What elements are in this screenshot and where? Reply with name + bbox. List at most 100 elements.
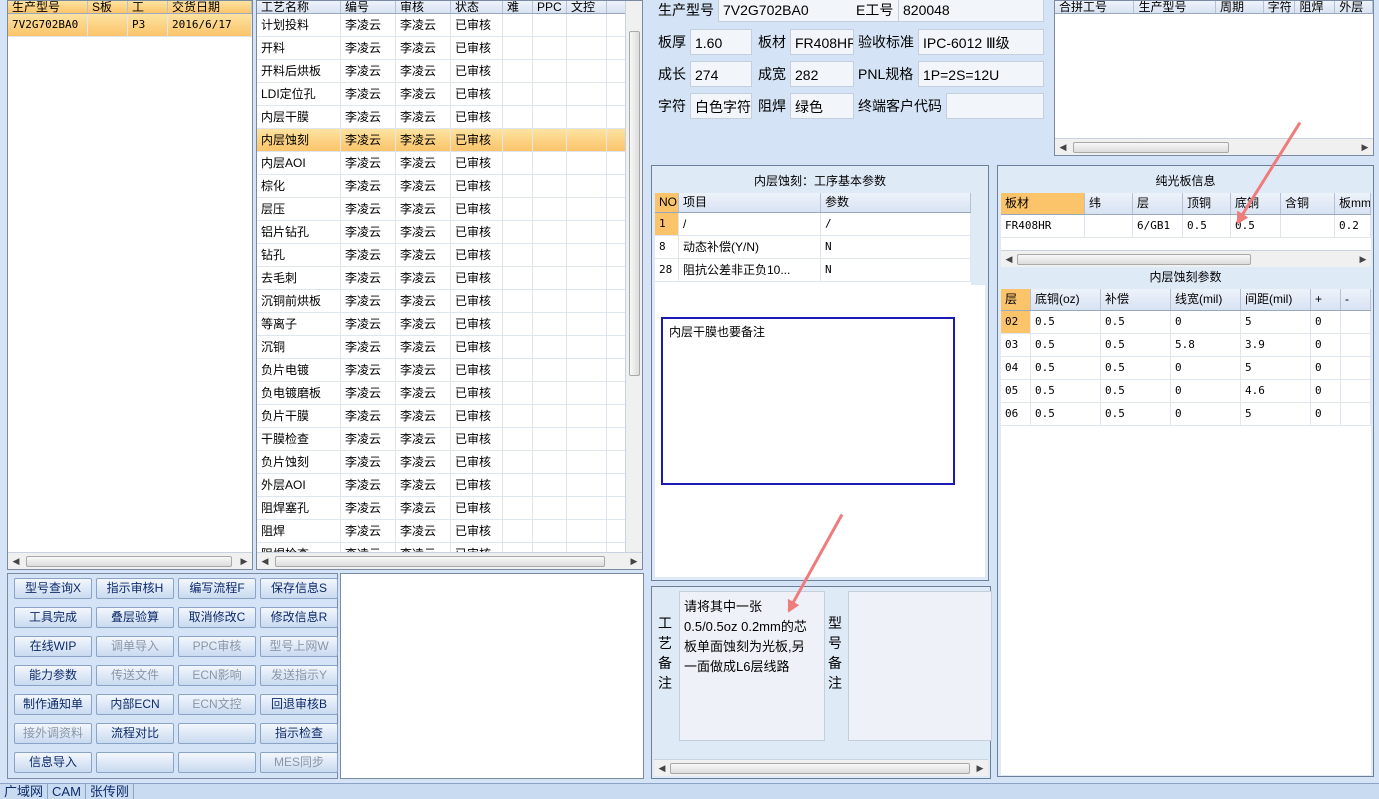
etch-row[interactable]: 03 0.5 0.5 5.8 3.9 0 <box>1001 334 1371 357</box>
column-header[interactable]: 阻焊 <box>1295 1 1336 13</box>
process-row[interactable]: 外层AOI 李凌云 李凌云 已审核 <box>257 474 642 497</box>
action-button[interactable]: 回退审核B <box>260 694 338 715</box>
scroll-right-icon[interactable]: ▶ <box>238 555 250 567</box>
scroll-left-icon[interactable]: ◀ <box>10 555 22 567</box>
process-row[interactable]: 钻孔 李凌云 李凌云 已审核 <box>257 244 642 267</box>
column-header[interactable]: 补偿 <box>1101 289 1171 310</box>
model-list-hscroll[interactable]: ◀ ▶ <box>8 552 252 569</box>
action-button[interactable]: MES同步 <box>260 752 338 773</box>
column-header[interactable]: 层 <box>1001 289 1031 310</box>
action-button[interactable]: 流程对比 <box>96 723 174 744</box>
column-header[interactable]: 板mm <box>1335 193 1371 214</box>
column-header[interactable]: 底铜(oz) <box>1031 289 1101 310</box>
column-header[interactable]: 生产型号 <box>1134 1 1216 13</box>
process-row[interactable]: 阻焊 李凌云 李凌云 已审核 <box>257 520 642 543</box>
scroll-left-icon[interactable]: ◀ <box>656 762 668 774</box>
process-row[interactable]: 铝片钻孔 李凌云 李凌云 已审核 <box>257 221 642 244</box>
width-field[interactable]: 282 <box>790 61 854 87</box>
process-row[interactable]: 负电镀磨板 李凌云 李凌云 已审核 <box>257 382 642 405</box>
action-button[interactable]: 传送文件 <box>96 665 174 686</box>
action-button[interactable]: 取消修改C <box>178 607 256 628</box>
scroll-thumb[interactable] <box>1073 142 1229 153</box>
action-button[interactable]: 编写流程F <box>178 578 256 599</box>
scroll-thumb[interactable] <box>670 763 970 774</box>
column-header[interactable]: 交货日期 <box>168 1 252 13</box>
column-header[interactable]: NO <box>655 193 679 212</box>
bare-board-row[interactable]: FR408HR 6/GB1 0.5 0.5 0.2 <box>1001 215 1371 238</box>
eno-field[interactable]: 820048 <box>898 0 1044 22</box>
process-row[interactable]: 负片干膜 李凌云 李凌云 已审核 <box>257 405 642 428</box>
process-row[interactable]: 开料 李凌云 李凌云 已审核 <box>257 37 642 60</box>
model-row[interactable]: 7V2G702BA0 P3 2016/6/17 <box>8 14 252 37</box>
process-row[interactable]: 开料后烘板 李凌云 李凌云 已审核 <box>257 60 642 83</box>
column-header[interactable]: 合拼工号 <box>1055 1 1135 13</box>
action-button[interactable]: PPC审核 <box>178 636 256 657</box>
process-row[interactable]: 负片电镀 李凌云 李凌云 已审核 <box>257 359 642 382</box>
action-button[interactable]: 叠层验算 <box>96 607 174 628</box>
action-button[interactable]: 发送指示Y <box>260 665 338 686</box>
action-button[interactable]: ECN影响 <box>178 665 256 686</box>
column-header[interactable]: 外层 <box>1335 1 1373 13</box>
param-row[interactable]: 8 动态补偿(Y/N) N <box>655 236 971 259</box>
process-row[interactable]: 干膜检查 李凌云 李凌云 已审核 <box>257 428 642 451</box>
column-header[interactable]: 间距(mil) <box>1241 289 1311 310</box>
column-header[interactable]: 文控 <box>567 1 607 13</box>
process-row[interactable]: 去毛刺 李凌云 李凌云 已审核 <box>257 267 642 290</box>
etch-row[interactable]: 05 0.5 0.5 0 4.6 0 <box>1001 380 1371 403</box>
process-row[interactable]: 内层干膜 李凌云 李凌云 已审核 <box>257 106 642 129</box>
action-button[interactable]: 内部ECN <box>96 694 174 715</box>
column-header[interactable]: 板材 <box>1001 193 1085 214</box>
column-header[interactable]: S板 <box>88 1 128 13</box>
column-header[interactable]: 审核 <box>396 1 451 13</box>
scroll-thumb[interactable] <box>1017 254 1251 265</box>
char-field[interactable]: 白色字符 <box>690 93 752 119</box>
action-button[interactable]: 型号查询X <box>14 578 92 599</box>
model-remark-text[interactable] <box>848 591 992 741</box>
process-row[interactable]: 沉铜前烘板 李凌云 李凌云 已审核 <box>257 290 642 313</box>
column-header[interactable]: - <box>1341 289 1371 310</box>
process-row[interactable]: 层压 李凌云 李凌云 已审核 <box>257 198 642 221</box>
scroll-right-icon[interactable]: ▶ <box>628 555 640 567</box>
process-row[interactable]: 内层AOI 李凌云 李凌云 已审核 <box>257 152 642 175</box>
process-row[interactable]: 沉铜 李凌云 李凌云 已审核 <box>257 336 642 359</box>
action-button[interactable]: 指示审核H <box>96 578 174 599</box>
action-button[interactable]: 接外调资料 <box>14 723 92 744</box>
process-list-hscroll[interactable]: ◀ ▶ <box>257 552 642 569</box>
column-header[interactable]: 周期 <box>1216 1 1264 13</box>
model-list[interactable]: 生产型号 S板工交货日期 7V2G702BA0 P3 2016/6/17 ◀ ▶ <box>7 0 253 570</box>
length-field[interactable]: 274 <box>690 61 752 87</box>
scroll-right-icon[interactable]: ▶ <box>974 762 986 774</box>
scroll-right-icon[interactable]: ▶ <box>1359 141 1371 153</box>
action-button[interactable] <box>96 752 174 773</box>
process-row[interactable]: 棕化 李凌云 李凌云 已审核 <box>257 175 642 198</box>
merge-table[interactable]: 合拼工号 生产型号 周期 字符 阻焊 外层 ◀ ▶ <box>1054 0 1374 156</box>
column-header[interactable]: 线宽(mil) <box>1171 289 1241 310</box>
action-button[interactable] <box>178 723 256 744</box>
action-button[interactable]: 制作通知单 <box>14 694 92 715</box>
column-header[interactable]: 编号 <box>341 1 396 13</box>
column-header[interactable]: 字符 <box>1264 1 1296 13</box>
action-button[interactable]: 指示检查 <box>260 723 338 744</box>
process-row[interactable]: 内层蚀刻 李凌云 李凌云 已审核 <box>257 129 642 152</box>
process-row[interactable]: LDI定位孔 李凌云 李凌云 已审核 <box>257 83 642 106</box>
param-row[interactable]: 1// <box>655 213 971 236</box>
column-header[interactable]: 项目 <box>679 193 821 212</box>
action-button[interactable]: 型号上网W <box>260 636 338 657</box>
action-button[interactable] <box>178 752 256 773</box>
bare-board-hscroll[interactable]: ◀ ▶ <box>1001 250 1371 267</box>
column-header[interactable]: 参数 <box>821 193 971 212</box>
action-button[interactable]: 调单导入 <box>96 636 174 657</box>
column-header[interactable]: 纬 <box>1085 193 1133 214</box>
action-button[interactable]: 修改信息R <box>260 607 338 628</box>
process-row[interactable]: 计划投料 李凌云 李凌云 已审核 <box>257 14 642 37</box>
column-header[interactable]: 层 <box>1133 193 1183 214</box>
process-list[interactable]: 工艺名称 编号 审核 状态难 PPC 文控 计划投料 李凌云 李凌云 已审核 开料 李凌云 李凌云 已审… <box>256 0 643 570</box>
column-header[interactable]: PPC <box>533 1 567 13</box>
column-header[interactable]: 生产型号 <box>8 1 88 13</box>
process-row[interactable]: 阻焊塞孔 李凌云 李凌云 已审核 <box>257 497 642 520</box>
mask-field[interactable]: 绿色 <box>790 93 854 119</box>
etch-row[interactable]: 06 0.5 0.5 0 5 0 <box>1001 403 1371 426</box>
process-row[interactable]: 等离子 李凌云 李凌云 已审核 <box>257 313 642 336</box>
column-header[interactable]: 工 <box>128 1 168 13</box>
column-header[interactable]: 工艺名称 <box>257 1 341 13</box>
